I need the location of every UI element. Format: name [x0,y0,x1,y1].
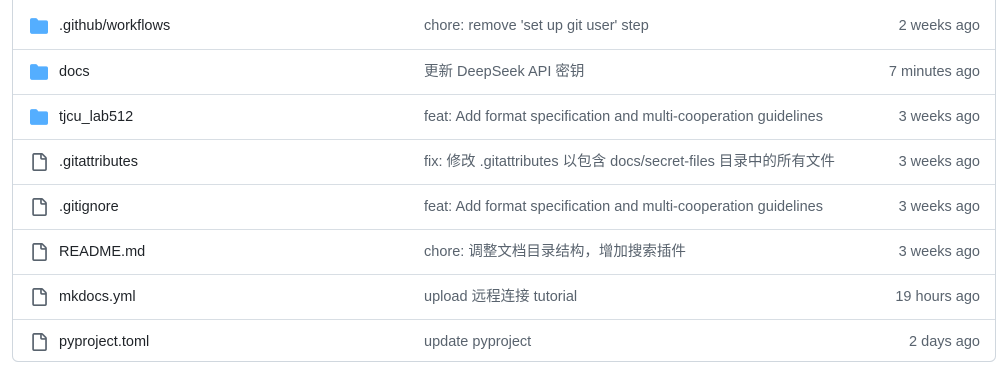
file-icon [32,153,47,171]
commit-message[interactable]: fix: 修改 .gitattributes 以包含 docs/secret-f… [424,153,846,171]
file-row[interactable]: README.md chore: 调整文档目录结构，增加搜索插件 3 weeks… [13,229,995,274]
file-name[interactable]: docs [59,63,90,81]
file-name[interactable]: .github/workflows [59,17,170,35]
file-icon [32,333,47,351]
file-row[interactable]: pyproject.toml update pyproject 2 days a… [13,319,995,361]
file-row[interactable]: mkdocs.yml upload 远程连接 tutorial 19 hours… [13,274,995,319]
file-name[interactable]: README.md [59,243,145,261]
commit-message[interactable]: chore: 调整文档目录结构，增加搜索插件 [424,243,846,261]
commit-time: 3 weeks ago [898,199,980,215]
file-name[interactable]: .gitattributes [59,153,138,171]
commit-time: 3 weeks ago [898,244,980,260]
commit-message[interactable]: update pyproject [424,333,846,351]
commit-message[interactable]: 更新 DeepSeek API 密钥 [424,63,846,81]
commit-message[interactable]: chore: remove 'set up git user' step [424,17,846,35]
commit-time: 19 hours ago [895,289,980,305]
commit-time: 3 weeks ago [898,109,980,125]
file-name[interactable]: tjcu_lab512 [59,108,133,126]
file-row[interactable]: .gitignore feat: Add format specificatio… [13,184,995,229]
file-list: .github/workflows chore: remove 'set up … [12,0,996,362]
file-row[interactable]: tjcu_lab512 feat: Add format specificati… [13,94,995,139]
file-row[interactable]: docs 更新 DeepSeek API 密钥 7 minutes ago [13,49,995,94]
file-row[interactable]: .github/workflows chore: remove 'set up … [13,4,995,49]
folder-icon [30,109,48,125]
folder-icon [30,18,48,34]
folder-icon [30,64,48,80]
commit-message[interactable]: feat: Add format specification and multi… [424,108,846,126]
commit-time: 2 days ago [909,334,980,350]
commit-message[interactable]: feat: Add format specification and multi… [424,198,846,216]
file-name[interactable]: mkdocs.yml [59,288,136,306]
file-icon [32,198,47,216]
file-icon [32,243,47,261]
file-icon [32,288,47,306]
file-row[interactable]: .gitattributes fix: 修改 .gitattributes 以包… [13,139,995,184]
commit-time: 3 weeks ago [898,154,980,170]
file-name[interactable]: .gitignore [59,198,119,216]
commit-time: 7 minutes ago [888,64,980,80]
file-name[interactable]: pyproject.toml [59,333,149,351]
commit-message[interactable]: upload 远程连接 tutorial [424,288,846,306]
commit-time: 2 weeks ago [898,18,980,34]
